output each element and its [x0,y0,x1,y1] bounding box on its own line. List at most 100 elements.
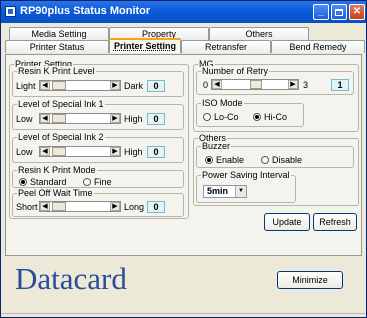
peel-low-label: Short [16,202,38,212]
peel-value: 0 [147,201,165,213]
slider-thumb[interactable] [52,114,66,123]
minimize-window-button[interactable]: _ [313,4,329,20]
special-ink-2-slider[interactable]: ◀ ▶ [39,146,121,157]
radio-selected-icon [19,178,27,186]
arrow-right-icon[interactable]: ▶ [110,202,120,211]
tab-media-setting[interactable]: Media Setting [9,27,109,40]
datacard-logo: Datacard [15,261,127,296]
arrow-left-icon[interactable]: ◀ [40,81,50,90]
maximize-window-button[interactable] [331,4,347,20]
resin-k-high-label: Dark [124,81,144,91]
power-saving-select[interactable]: 5min ▼ [203,185,247,198]
radio-standard-label: Standard [30,177,67,187]
radio-standard[interactable]: Standard [19,177,67,187]
power-saving-group: Power Saving Interval 5min ▼ [196,170,296,203]
minimize-button[interactable]: Minimize [277,271,343,289]
radio-unselected-icon [261,156,269,164]
mg-group: MG Number of Retry 0 ◀ ▶ 3 1 ISO Mode Lo… [193,59,359,132]
retry-legend: Number of Retry [201,66,270,76]
radio-fine[interactable]: Fine [83,177,112,187]
resin-k-value: 0 [147,80,165,92]
peel-high-label: Long [124,202,145,212]
iso-mode-group: ISO Mode Lo-Co Hi-Co [196,98,304,127]
radio-lo-co-label: Lo-Co [214,112,239,122]
retry-value: 1 [331,79,349,91]
power-saving-legend: Power Saving Interval [201,170,291,180]
close-icon: ✕ [352,6,362,17]
special-ink-1-slider[interactable]: ◀ ▶ [39,113,121,124]
arrow-right-icon[interactable]: ▶ [288,80,298,89]
radio-unselected-icon [83,178,91,186]
ink2-high-label: High [124,147,143,157]
chevron-down-icon[interactable]: ▼ [235,186,246,197]
radio-lo-co[interactable]: Lo-Co [203,112,239,122]
radio-unselected-icon [203,113,211,121]
arrow-left-icon[interactable]: ◀ [40,114,50,123]
refresh-button[interactable]: Refresh [313,213,357,231]
resin-k-level-slider[interactable]: ◀ ▶ [39,80,121,91]
resin-k-level-group: Resin K Print Level Light ◀ ▶ Dark 0 [12,66,184,97]
app-icon [5,6,16,17]
peel-off-group: Peel Off Wait Time Short ◀ ▶ Long 0 [12,188,184,217]
tab-printer-setting[interactable]: Printer Setting [109,38,181,53]
radio-selected-icon [253,113,261,121]
ink1-high-label: High [124,114,143,124]
tab-printer-status[interactable]: Printer Status [5,40,109,53]
peel-off-legend: Peel Off Wait Time [17,188,94,198]
resin-k-level-legend: Resin K Print Level [17,66,96,76]
title-bar[interactable]: RP90plus Status Monitor _ ✕ [1,1,366,23]
resin-k-mode-group: Resin K Print Mode Standard Fine [12,165,184,188]
slider-thumb[interactable] [250,80,262,89]
power-saving-value: 5min [207,186,229,196]
printer-setting-group: Printer Setting Resin K Print Level Ligh… [9,59,189,219]
slider-thumb[interactable] [52,147,66,156]
minimize-icon: _ [318,6,324,17]
iso-mode-legend: ISO Mode [201,98,244,108]
arrow-left-icon[interactable]: ◀ [40,202,50,211]
radio-hi-co[interactable]: Hi-Co [253,112,287,122]
radio-disable-label: Disable [272,155,303,165]
printer-setting-panel: Printer Setting Resin K Print Level Ligh… [5,54,362,256]
radio-enable[interactable]: Enable [205,155,244,165]
radio-hi-co-label: Hi-Co [264,112,288,122]
buzzer-legend: Buzzer [201,141,232,151]
ink2-low-label: Low [16,147,33,157]
arrow-right-icon[interactable]: ▶ [110,147,120,156]
arrow-left-icon[interactable]: ◀ [212,80,222,89]
radio-selected-icon [205,156,213,164]
arrow-left-icon[interactable]: ◀ [40,147,50,156]
arrow-right-icon[interactable]: ▶ [110,114,120,123]
special-ink-2-group: Level of Special Ink 2 Low ◀ ▶ High 0 [12,132,184,163]
ink1-value: 0 [147,113,165,125]
bottom-divider [1,313,366,314]
resin-k-mode-legend: Resin K Print Mode [17,165,97,175]
retry-low-label: 0 [203,80,209,90]
tab-others[interactable]: Others [209,27,309,40]
ink1-low-label: Low [16,114,33,124]
arrow-right-icon[interactable]: ▶ [110,81,120,90]
close-window-button[interactable]: ✕ [349,4,365,20]
window-title: RP90plus Status Monitor [20,5,151,17]
radio-fine-label: Fine [94,177,112,187]
retry-high-label: 3 [303,80,309,90]
update-button[interactable]: Update [264,213,310,231]
retry-group: Number of Retry 0 ◀ ▶ 3 1 [196,66,354,95]
tab-bend-remedy[interactable]: Bend Remedy [271,40,365,53]
peel-off-slider[interactable]: ◀ ▶ [39,201,121,212]
special-ink-2-legend: Level of Special Ink 2 [17,132,105,142]
slider-thumb[interactable] [52,202,66,211]
ink2-value: 0 [147,146,165,158]
special-ink-1-group: Level of Special Ink 1 Low ◀ ▶ High 0 [12,99,184,130]
resin-k-low-label: Light [16,81,36,91]
slider-thumb[interactable] [52,81,66,90]
others-group: Others Buzzer Enable Disable Power Savin… [193,133,359,206]
tab-printer-setting-label: Printer Setting [113,41,176,51]
maximize-icon [335,9,343,16]
tab-retransfer[interactable]: Retransfer [181,40,271,53]
special-ink-1-legend: Level of Special Ink 1 [17,99,105,109]
radio-disable[interactable]: Disable [261,155,302,165]
status-monitor-window: RP90plus Status Monitor _ ✕ Media Settin… [0,0,367,318]
retry-slider[interactable]: ◀ ▶ [211,79,299,90]
radio-enable-label: Enable [216,155,245,165]
buzzer-group: Buzzer Enable Disable [196,141,354,168]
